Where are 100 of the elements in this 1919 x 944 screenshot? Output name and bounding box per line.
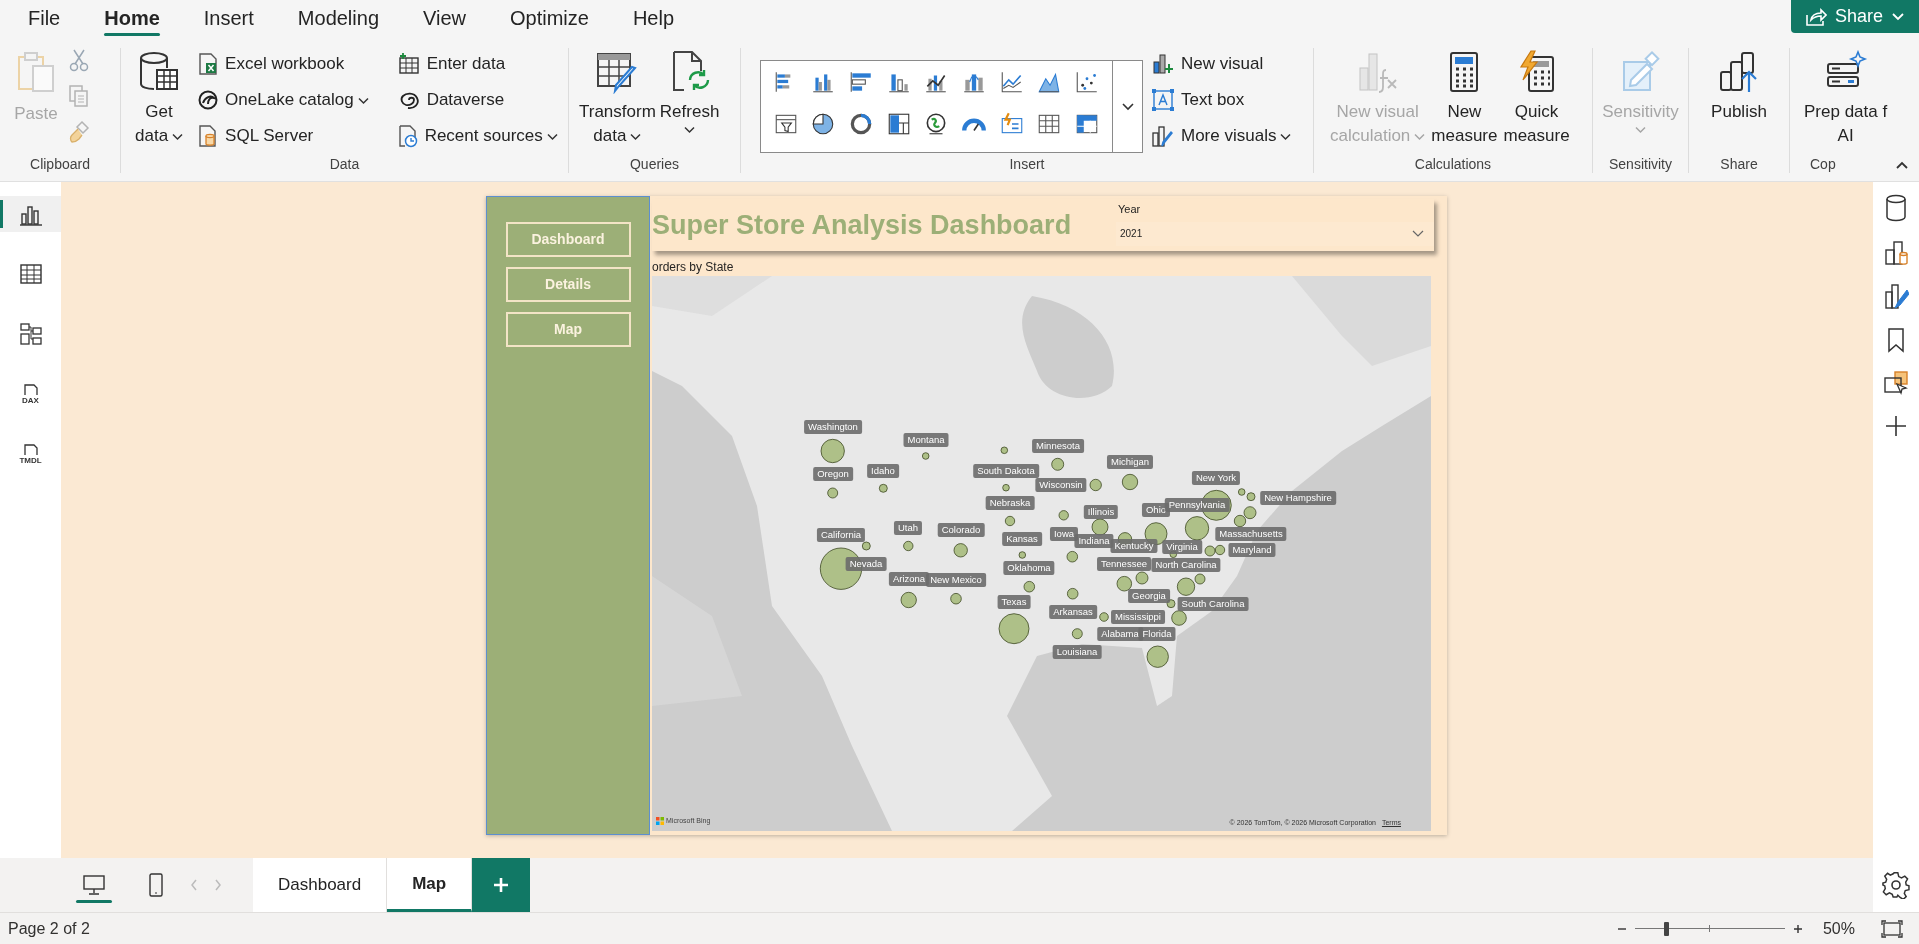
group-label: Sensitivity: [1608, 155, 1673, 174]
state-label: Tennessee: [1097, 557, 1151, 571]
chevron-down-icon: [1891, 11, 1905, 22]
chevron-down-icon: [1414, 132, 1426, 141]
menu-tab[interactable]: File: [28, 0, 61, 36]
bookmark-icon[interactable]: [1885, 326, 1907, 354]
state-label: New Hampshire: [1260, 491, 1336, 505]
state-label: Nebraska: [985, 496, 1035, 510]
text-box-icon: [1151, 88, 1175, 112]
page-tab[interactable]: Dashboard: [253, 858, 388, 912]
onelake-catalog-button[interactable]: OneLake catalog: [197, 84, 369, 116]
state-label: Iowa: [1049, 527, 1079, 541]
page-tab[interactable]: Map: [387, 858, 473, 912]
state-label: Texas: [997, 595, 1031, 609]
recent-sources-button[interactable]: Recent sources: [396, 120, 558, 152]
zoom-slider[interactable]: [1634, 921, 1785, 936]
menu-tab[interactable]: Help: [632, 0, 675, 36]
model-view-icon-glyph: [18, 322, 43, 346]
add-icon[interactable]: [1884, 414, 1908, 438]
state-label: Arkansas: [1049, 605, 1097, 619]
state-label: Kentucky: [1110, 539, 1158, 553]
state-label: Mississippi: [1111, 610, 1165, 624]
new-measure-button[interactable]: New measure: [1431, 46, 1498, 148]
desktop-icon: [82, 873, 106, 897]
chart-plus-icon: [1151, 52, 1175, 76]
chart-pencil-icon: [1151, 124, 1175, 148]
dataverse-button[interactable]: Dataverse: [396, 84, 558, 116]
table-plus-icon: [396, 52, 421, 76]
chevron-down-icon: [172, 132, 184, 141]
state-label: Virginia: [1162, 540, 1202, 554]
enter-data-button[interactable]: Enter data: [396, 48, 558, 80]
menu-tab[interactable]: View: [423, 0, 466, 36]
state-label: Pennsylvania: [1164, 498, 1230, 512]
dashboard-title: Super Store Analysis Dashboard: [652, 208, 1072, 242]
prep-data-button[interactable]: Prep data f AI: [1804, 46, 1888, 148]
state-label: Minnesota: [1032, 439, 1084, 453]
chevron-down-icon: [357, 96, 369, 105]
group-label: Insert: [1008, 155, 1046, 174]
database-icon[interactable]: [1884, 194, 1908, 222]
paintbrush-chart-icon[interactable]: [1883, 282, 1909, 310]
group-label: Data: [328, 155, 361, 174]
state-label: California: [816, 528, 866, 542]
zoom-in-icon[interactable]: [1792, 923, 1803, 934]
zoom-level[interactable]: 50%: [1822, 916, 1855, 941]
refresh-button[interactable]: Refresh: [659, 46, 720, 134]
settings-icon[interactable]: [1882, 871, 1910, 899]
menu-tab[interactable]: Insert: [203, 0, 254, 36]
spreadsheet-icon: [197, 52, 220, 76]
state-label: Louisiana: [1052, 645, 1102, 659]
more-visuals-button[interactable]: More visuals: [1151, 120, 1292, 152]
new-visual-button[interactable]: New visual: [1151, 48, 1292, 80]
state-label: Idaho: [867, 464, 899, 478]
state-label: Kansas: [1002, 532, 1042, 546]
transform-data-button[interactable]: Transform data: [579, 46, 656, 148]
state-label: Massachusetts: [1215, 527, 1287, 541]
view-button[interactable]: DAX: [0, 376, 61, 412]
visual-title: orders by State: [652, 260, 735, 274]
add-page-button[interactable]: [472, 858, 531, 912]
state-label: Oklahoma: [1003, 561, 1055, 575]
publish-button[interactable]: Publish: [1711, 46, 1767, 124]
quick-measure-button[interactable]: Quick measure: [1503, 46, 1570, 148]
group-label: Queries: [629, 155, 680, 174]
plus-icon: [493, 877, 510, 893]
state-label: Washington: [804, 420, 862, 434]
state-label: Arizona: [888, 572, 930, 586]
share-icon: [1804, 6, 1827, 27]
state-label: South Dakota: [973, 464, 1039, 478]
state-label: Illinois: [1083, 505, 1119, 519]
slider-thumb[interactable]: [1663, 921, 1669, 936]
chevron-down-icon: [546, 132, 558, 141]
document-clock-icon: [396, 124, 419, 148]
chevron-down-icon: [684, 126, 696, 134]
year-dropdown[interactable]: 2021: [1116, 221, 1434, 246]
share-button[interactable]: Share: [1790, 0, 1919, 33]
excel-workbook-button[interactable]: Excel workbook: [197, 48, 369, 80]
get-data-button[interactable]: Get data: [135, 46, 184, 148]
chevron-down-icon: [1412, 229, 1424, 238]
chevron-up-icon[interactable]: [1895, 159, 1909, 170]
stacked-cylinders-icon[interactable]: [1883, 238, 1909, 266]
view-button[interactable]: TMDL: [0, 436, 61, 472]
report-view-icon[interactable]: [0, 196, 61, 232]
menu-tab[interactable]: Optimize: [510, 0, 589, 36]
table-pencil-icon: [595, 50, 640, 94]
fit-to-page-icon[interactable]: [1881, 919, 1903, 938]
sql-server-button[interactable]: SQL Server: [197, 120, 369, 152]
group-label: Share: [1719, 155, 1759, 174]
menu-tab[interactable]: Home: [104, 0, 160, 36]
chevron-down-icon[interactable]: [1120, 101, 1135, 112]
menu-tab[interactable]: Modeling: [297, 0, 379, 36]
state-label: Colorado: [937, 523, 985, 537]
group-label: Calculations: [1413, 155, 1493, 174]
state-label: New York: [1191, 471, 1241, 485]
state-label: Montana: [903, 433, 949, 447]
state-label: Utah: [893, 521, 923, 535]
state-label: Oregon: [813, 467, 853, 481]
state-label: Georgia: [1128, 589, 1170, 603]
group-label: Cop: [1809, 155, 1836, 174]
state-label: South Carolina: [1177, 597, 1249, 611]
text-box-button[interactable]: Text box: [1151, 84, 1292, 116]
chevron-down-icon: [630, 132, 642, 141]
